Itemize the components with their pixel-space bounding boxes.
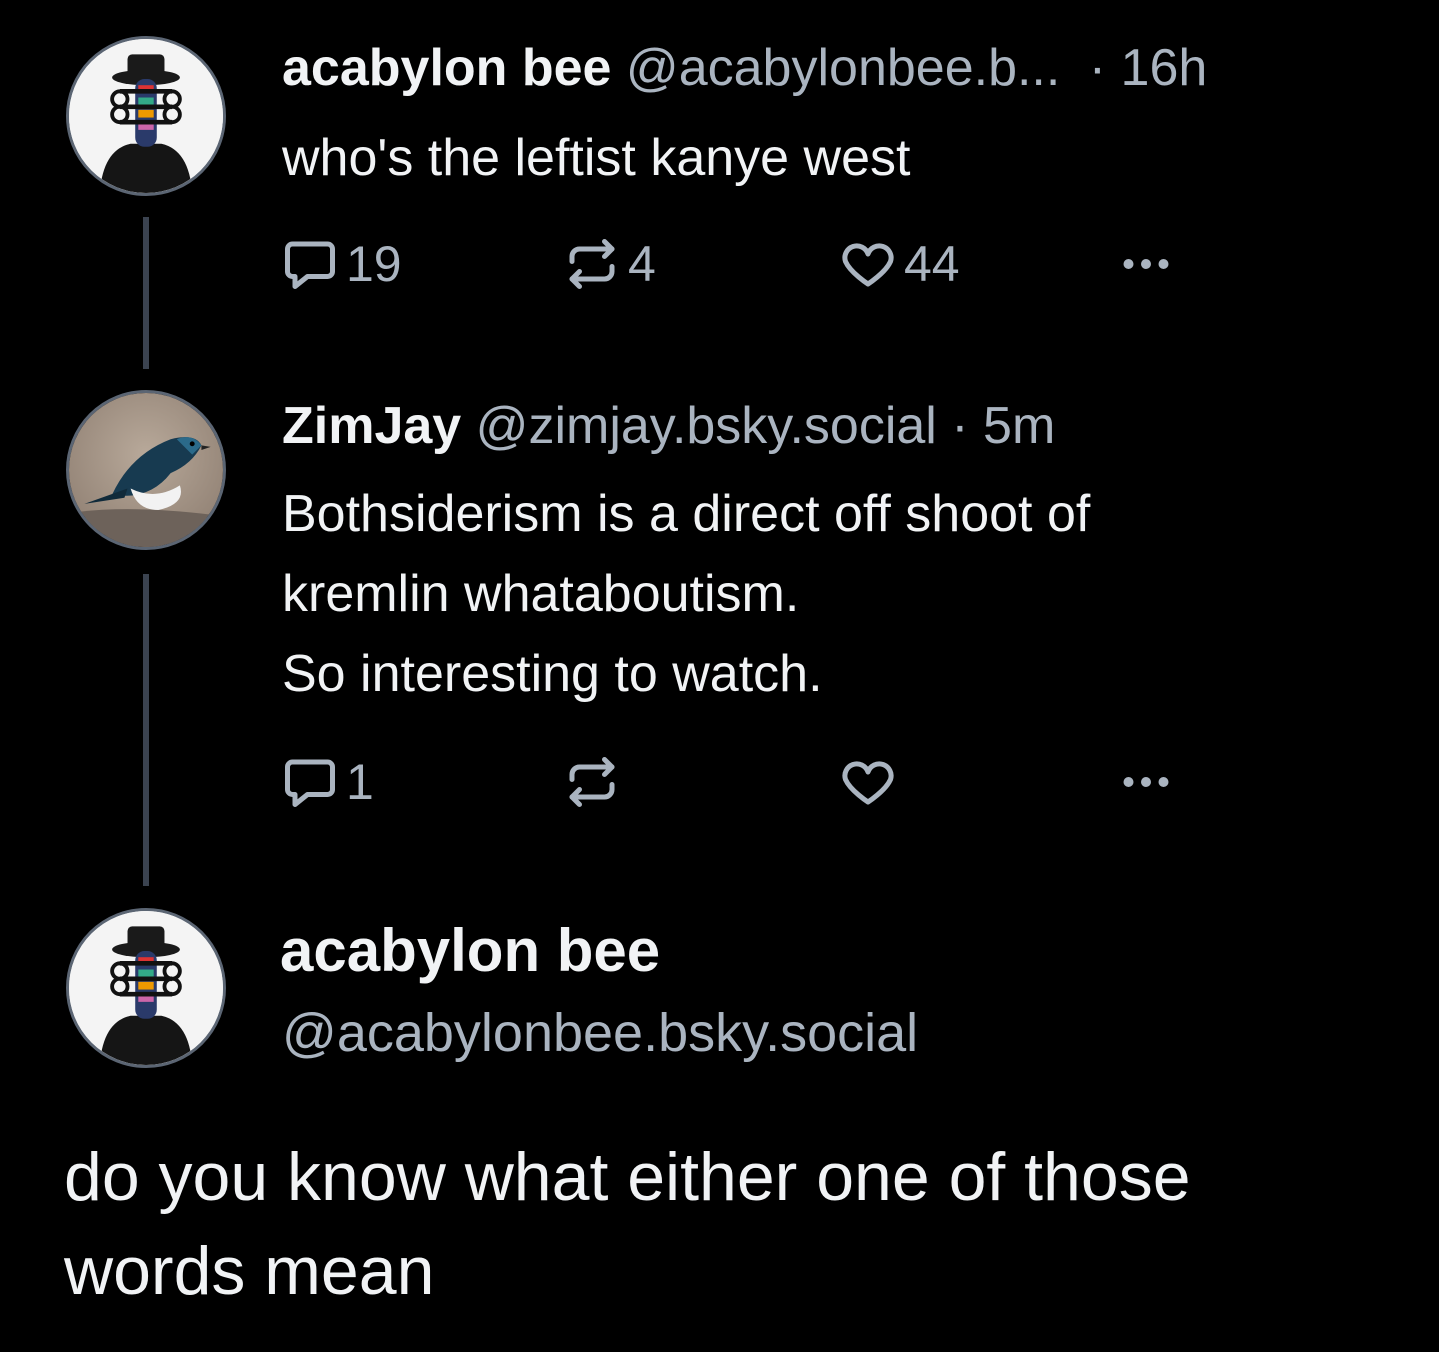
more-icon	[1123, 777, 1169, 787]
more-icon	[1123, 259, 1169, 269]
thread-line	[143, 574, 149, 886]
reply-icon	[285, 241, 335, 289]
avatar[interactable]	[66, 36, 226, 196]
post-text-line: who's the leftist kanye west	[282, 129, 911, 187]
post-header: ZimJay @zimjay.bsky.social · 5m	[282, 394, 1055, 458]
like-count: 44	[904, 236, 960, 292]
handle[interactable]: @acabylonbee.b...	[626, 39, 1060, 97]
timestamp[interactable]: · 5m	[951, 397, 1055, 455]
display-name[interactable]: acabylon bee	[282, 39, 611, 97]
thread-line	[143, 217, 149, 369]
like-button[interactable]	[838, 752, 904, 812]
handle[interactable]: @zimjay.bsky.social	[476, 397, 937, 455]
post-actions: 19 4 44	[280, 234, 1200, 294]
post-text: who's the leftist kanye west	[282, 118, 910, 198]
post-actions: 1	[280, 752, 1200, 812]
post-text: Bothsiderism is a direct off shoot of kr…	[282, 474, 1090, 714]
heart-icon	[842, 761, 894, 805]
avatar[interactable]	[66, 908, 226, 1068]
more-button[interactable]	[1116, 234, 1176, 294]
timestamp[interactable]: · 16h	[1089, 39, 1208, 97]
repost-button[interactable]	[562, 752, 628, 812]
avatar[interactable]	[66, 390, 226, 550]
reply-count: 19	[346, 236, 402, 292]
post-header: acabylon bee @acabylonbee.b... · 16h	[282, 36, 1207, 100]
repost-button[interactable]: 4	[562, 234, 656, 294]
reply-icon	[285, 759, 335, 807]
display-name[interactable]: ZimJay	[282, 397, 461, 455]
reply-count: 1	[346, 754, 374, 810]
post-text: do you know what either one of those wor…	[64, 1130, 1404, 1318]
repost-count: 4	[628, 236, 656, 292]
display-name[interactable]: acabylon bee	[280, 916, 660, 986]
post-text-line: kremlin whataboutism.	[282, 565, 800, 623]
reply-button[interactable]: 1	[280, 752, 374, 812]
like-button[interactable]: 44	[838, 234, 960, 294]
handle[interactable]: @acabylonbee.bsky.social	[282, 1000, 918, 1066]
post-text-line: do you know what either one of those	[64, 1139, 1191, 1215]
more-button[interactable]	[1116, 752, 1176, 812]
repost-icon	[569, 757, 615, 807]
heart-icon	[842, 243, 894, 287]
post-text-line: Bothsiderism is a direct off shoot of	[282, 485, 1091, 543]
reply-button[interactable]: 19	[280, 234, 402, 294]
repost-icon	[569, 239, 615, 289]
post-text-line: words mean	[64, 1233, 435, 1309]
post-text-line: So interesting to watch.	[282, 645, 823, 703]
